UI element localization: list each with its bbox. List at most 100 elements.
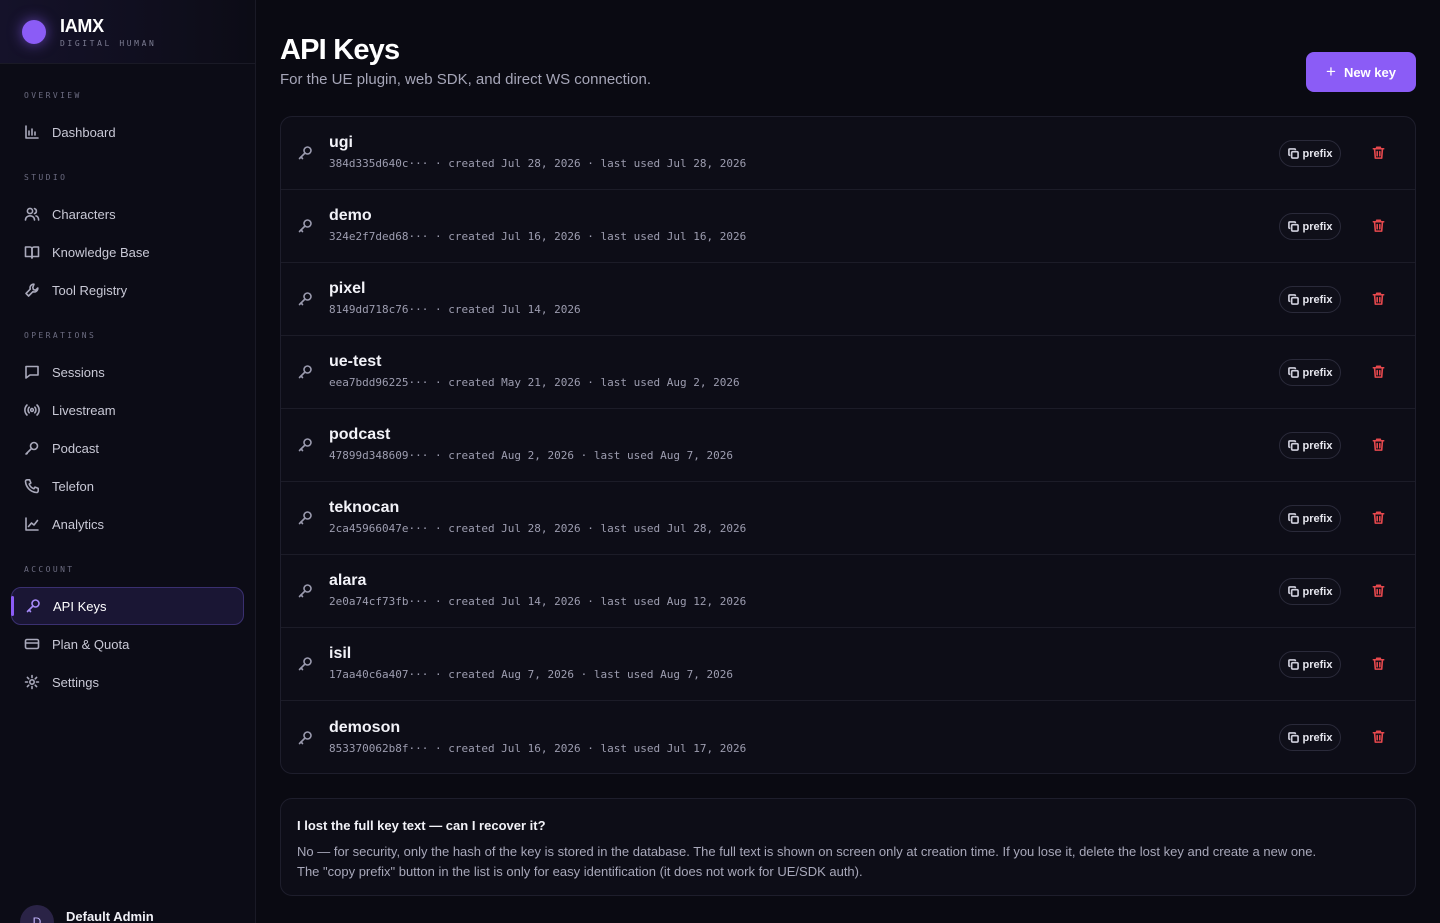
key-text: podcast 47899d348609··· · created Aug 2, … [329,426,733,462]
delete-key-button[interactable] [1371,510,1387,526]
key-icon [297,145,313,161]
trash-icon [1372,292,1385,305]
section-label-overview: OVERVIEW [24,91,82,100]
prefix-label: prefix [1302,220,1333,233]
delete-key-button[interactable] [1371,218,1387,234]
sidebar-item-tool-registry[interactable]: Tool Registry [0,271,243,309]
copy-icon [1287,221,1299,232]
key-name: pixel [329,280,366,297]
key-meta: 384d335d640c··· · created Jul 28, 2026 ·… [329,157,747,170]
key-row: pixel 8149dd718c76··· · created Jul 14, 2… [281,263,1415,336]
key-name: demo [329,207,372,224]
copy-icon [1287,732,1299,743]
brand: IAMX DIGITAL HUMAN [0,0,255,64]
sidebar-item-podcast[interactable]: Podcast [0,429,243,467]
sidebar-item-knowledge-base[interactable]: Knowledge Base [0,233,243,271]
trash-icon [1372,365,1385,378]
key-meta: 47899d348609··· · created Aug 2, 2026 · … [329,449,733,462]
copy-icon [1287,586,1299,597]
sidebar-item-analytics[interactable]: Analytics [0,505,243,543]
sidebar-item-sessions[interactable]: Sessions [0,353,243,391]
brand-name: IAMX [60,15,104,36]
key-text: demoson 853370062b8f··· · created Jul 16,… [329,719,746,755]
prefix-label: prefix [1302,585,1333,598]
line-chart-icon [24,516,40,532]
sidebar-item-plan-quota[interactable]: Plan & Quota [0,625,243,663]
copy-icon [1287,513,1299,524]
copy-icon [1287,659,1299,670]
copy-prefix-button[interactable]: prefix [1279,359,1341,386]
faq-question: I lost the full key text — can I recover… [297,818,546,833]
delete-key-button[interactable] [1371,291,1387,307]
copy-icon [1287,367,1299,378]
delete-key-button[interactable] [1371,364,1387,380]
copy-icon [1287,440,1299,451]
key-name: alara [329,572,367,589]
copy-prefix-button[interactable]: prefix [1279,578,1341,605]
key-text: isil 17aa40c6a407··· · created Aug 7, 202… [329,645,733,681]
brand-subtitle: DIGITAL HUMAN [60,38,157,48]
section-label-account: ACCOUNT [24,565,75,574]
key-name: podcast [329,426,391,443]
page-subtitle: For the UE plugin, web SDK, and direct W… [280,71,652,88]
prefix-label: prefix [1302,293,1333,306]
main-content: API Keys For the UE plugin, web SDK, and… [256,0,1440,923]
sidebar-item-livestream[interactable]: Livestream [0,391,243,429]
chat-icon [24,364,40,380]
user-profile[interactable]: D Default Admin [20,905,154,923]
phone-icon [24,478,40,494]
prefix-label: prefix [1302,147,1333,160]
delete-key-button[interactable] [1371,729,1387,745]
copy-icon [1287,294,1299,305]
trash-icon [1372,219,1385,232]
new-key-button[interactable]: + New key [1306,52,1416,92]
key-meta: 17aa40c6a407··· · created Aug 7, 2026 · … [329,668,733,681]
copy-prefix-button[interactable]: prefix [1279,286,1341,313]
copy-prefix-button[interactable]: prefix [1279,505,1341,532]
api-keys-list: ugi 384d335d640c··· · created Jul 28, 202… [280,116,1416,774]
brand-logo [22,19,46,44]
key-icon [297,583,313,599]
faq-answer-line: The "copy prefix" button in the list is … [297,864,863,879]
sidebar-item-api-keys[interactable]: API Keys [11,587,244,625]
sidebar-item-label: Tool Registry [52,282,128,298]
key-row: teknocan 2ca45966047e··· · created Jul 28… [281,482,1415,555]
delete-key-button[interactable] [1371,437,1387,453]
trash-icon [1372,584,1385,597]
user-name: Default Admin [66,908,154,923]
gear-icon [24,674,40,690]
sidebar-item-settings[interactable]: Settings [0,663,243,701]
sidebar-item-label: Telefon [52,478,94,494]
copy-prefix-button[interactable]: prefix [1279,432,1341,459]
key-name: teknocan [329,499,400,516]
copy-prefix-button[interactable]: prefix [1279,213,1341,240]
key-name: demoson [329,718,401,736]
key-text: alara 2e0a74cf73fb··· · created Jul 14, 2… [329,572,746,608]
sidebar: IAMX DIGITAL HUMAN OVERVIEW Dashboard ST… [0,0,256,923]
delete-key-button[interactable] [1371,656,1387,672]
wrench-icon [24,282,40,298]
prefix-label: prefix [1302,658,1333,671]
key-icon [297,291,313,307]
sidebar-item-label: Plan & Quota [52,636,130,652]
copy-prefix-button[interactable]: prefix [1279,651,1341,678]
prefix-label: prefix [1302,512,1333,525]
avatar: D [20,905,54,923]
delete-key-button[interactable] [1371,145,1387,161]
sidebar-item-telefon[interactable]: Telefon [0,467,243,505]
users-icon [24,206,40,222]
key-row: demoson 853370062b8f··· · created Jul 16,… [281,701,1415,773]
delete-key-button[interactable] [1371,583,1387,599]
sidebar-item-label: Settings [52,674,99,690]
copy-prefix-button[interactable]: prefix [1279,140,1341,167]
sidebar-item-dashboard[interactable]: Dashboard [0,113,243,151]
trash-icon [1372,146,1385,159]
sidebar-item-label: Livestream [52,402,116,418]
sidebar-item-label: Podcast [52,440,99,456]
key-icon [297,656,313,672]
copy-prefix-button[interactable]: prefix [1279,724,1341,751]
section-label-operations: OPERATIONS [24,331,97,340]
trash-icon [1372,511,1385,524]
key-row: ue-test eea7bdd96225··· · created May 21,… [281,336,1415,409]
sidebar-item-characters[interactable]: Characters [0,195,243,233]
